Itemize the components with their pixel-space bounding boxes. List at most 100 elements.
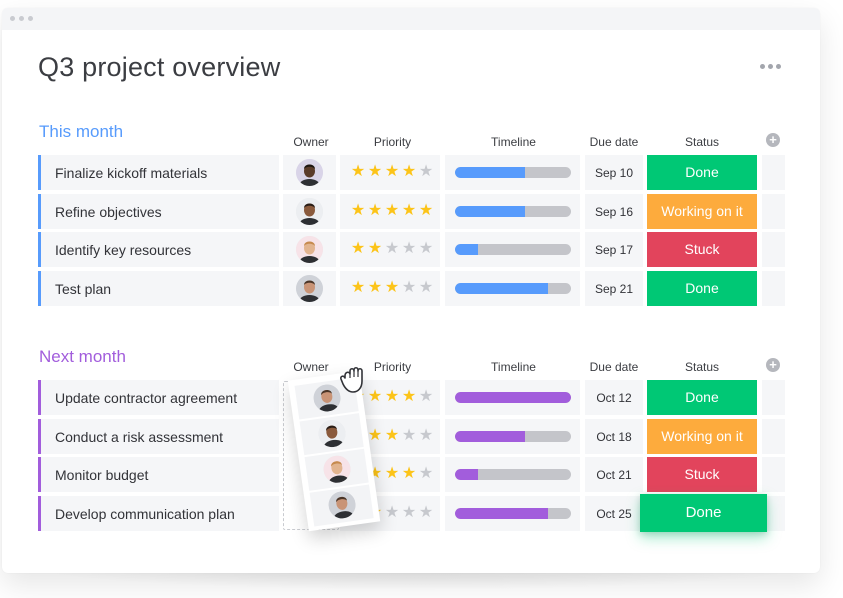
timeline-bar <box>455 508 571 519</box>
due-date: Oct 12 <box>596 391 632 405</box>
star-icon[interactable]: ★ <box>418 279 434 297</box>
status-label[interactable]: Done <box>647 271 757 306</box>
star-icon[interactable]: ★ <box>418 163 434 181</box>
timeline-cell[interactable] <box>445 271 580 306</box>
star-icon[interactable]: ★ <box>418 240 434 258</box>
star-icon[interactable]: ★ <box>384 465 400 483</box>
star-icon[interactable]: ★ <box>384 388 400 406</box>
due-date-cell[interactable]: Oct 25 <box>585 496 643 531</box>
item-name-cell[interactable]: Update contractor agreement <box>38 380 279 415</box>
star-icon[interactable]: ★ <box>401 427 417 445</box>
owner-cell[interactable] <box>283 271 336 306</box>
owner-cell[interactable] <box>283 232 336 267</box>
star-icon[interactable]: ★ <box>401 504 417 522</box>
star-icon[interactable]: ★ <box>418 465 434 483</box>
owner-avatar <box>296 275 323 302</box>
item-name-cell[interactable]: Monitor budget <box>38 457 279 492</box>
priority-rating[interactable]: ★★★★★ <box>340 271 440 306</box>
star-icon[interactable]: ★ <box>384 240 400 258</box>
status-label[interactable]: Done <box>647 155 757 190</box>
group-title[interactable]: This month <box>39 122 123 142</box>
star-icon[interactable]: ★ <box>418 388 434 406</box>
due-date-cell[interactable]: Sep 16 <box>585 194 643 229</box>
empty-cell <box>762 271 785 306</box>
item-name: Monitor budget <box>55 467 149 483</box>
item-name-cell[interactable]: Finalize kickoff materials <box>38 155 279 190</box>
star-icon[interactable]: ★ <box>367 202 383 220</box>
star-icon[interactable]: ★ <box>401 388 417 406</box>
star-icon[interactable]: ★ <box>350 240 366 258</box>
star-icon[interactable]: ★ <box>418 427 434 445</box>
timeline-cell[interactable] <box>445 194 580 229</box>
star-icon[interactable]: ★ <box>384 427 400 445</box>
status-label[interactable]: Stuck <box>647 457 757 492</box>
timeline-bar <box>455 244 571 255</box>
star-icon[interactable]: ★ <box>384 202 400 220</box>
item-name-cell[interactable]: Test plan <box>38 271 279 306</box>
star-icon[interactable]: ★ <box>367 427 383 445</box>
add-column-icon[interactable]: + <box>766 358 780 372</box>
star-icon[interactable]: ★ <box>401 465 417 483</box>
timeline-cell[interactable] <box>445 496 580 531</box>
timeline-cell[interactable] <box>445 232 580 267</box>
column-header-owner: Owner <box>293 360 329 374</box>
star-icon[interactable]: ★ <box>401 202 417 220</box>
item-name-cell[interactable]: Conduct a risk assessment <box>38 419 279 454</box>
star-icon[interactable]: ★ <box>418 504 434 522</box>
status-label[interactable]: Working on it <box>647 194 757 229</box>
dragged-status-done[interactable]: Done <box>640 494 767 532</box>
due-date-cell[interactable]: Oct 12 <box>585 380 643 415</box>
star-icon[interactable]: ★ <box>418 202 434 220</box>
more-options-icon[interactable] <box>760 64 784 74</box>
priority-rating[interactable]: ★★★★★ <box>340 194 440 229</box>
star-icon[interactable]: ★ <box>384 504 400 522</box>
star-icon[interactable]: ★ <box>350 279 366 297</box>
star-icon[interactable]: ★ <box>367 279 383 297</box>
add-column-icon[interactable]: + <box>766 133 780 147</box>
item-name-cell[interactable]: Identify key resources <box>38 232 279 267</box>
star-icon[interactable]: ★ <box>401 279 417 297</box>
due-date-cell[interactable]: Sep 10 <box>585 155 643 190</box>
star-icon[interactable]: ★ <box>367 163 383 181</box>
table-row: Finalize kickoff materials ★ ★ ★ ★ ★ Sep 10 Don… <box>38 155 785 191</box>
timeline-cell[interactable] <box>445 380 580 415</box>
group-title[interactable]: Next month <box>39 347 126 367</box>
star-icon[interactable]: ★ <box>350 163 366 181</box>
due-date-cell[interactable]: Oct 21 <box>585 457 643 492</box>
item-name: Identify key resources <box>55 242 192 258</box>
star-icon[interactable]: ★ <box>401 163 417 181</box>
star-icon[interactable]: ★ <box>350 202 366 220</box>
star-icon[interactable]: ★ <box>384 279 400 297</box>
timeline-cell[interactable] <box>445 457 580 492</box>
owner-avatar <box>296 236 323 263</box>
dragged-owner-slot <box>309 484 374 527</box>
page-title: Q3 project overview <box>38 52 281 82</box>
timeline-bar <box>455 469 571 480</box>
due-date-cell[interactable]: Sep 17 <box>585 232 643 267</box>
star-icon[interactable]: ★ <box>401 240 417 258</box>
timeline-cell[interactable] <box>445 419 580 454</box>
item-name: Develop communication plan <box>55 506 235 522</box>
timeline-cell[interactable] <box>445 155 580 190</box>
status-label[interactable]: Done <box>647 380 757 415</box>
priority-rating[interactable]: ★★★★★ <box>340 155 440 190</box>
due-date: Sep 17 <box>594 243 634 257</box>
status-label[interactable]: Stuck <box>647 232 757 267</box>
owner-cell[interactable] <box>283 194 336 229</box>
star-icon[interactable]: ★ <box>367 240 383 258</box>
due-date: Sep 21 <box>594 282 634 296</box>
timeline-progress <box>455 431 525 442</box>
due-date-cell[interactable]: Oct 18 <box>585 419 643 454</box>
due-date: Oct 25 <box>596 507 632 521</box>
owner-avatar <box>296 159 323 186</box>
timeline-bar <box>455 283 571 294</box>
star-icon[interactable]: ★ <box>384 163 400 181</box>
owner-cell[interactable] <box>283 155 336 190</box>
column-header-timeline: Timeline <box>491 360 536 374</box>
priority-rating[interactable]: ★★★★★ <box>340 232 440 267</box>
status-label[interactable]: Working on it <box>647 419 757 454</box>
item-name-cell[interactable]: Develop communication plan <box>38 496 279 531</box>
item-name-cell[interactable]: Refine objectives <box>38 194 279 229</box>
due-date-cell[interactable]: Sep 21 <box>585 271 643 306</box>
table-row: Monitor budget★★★★★Oct 21Stuck <box>38 457 785 493</box>
